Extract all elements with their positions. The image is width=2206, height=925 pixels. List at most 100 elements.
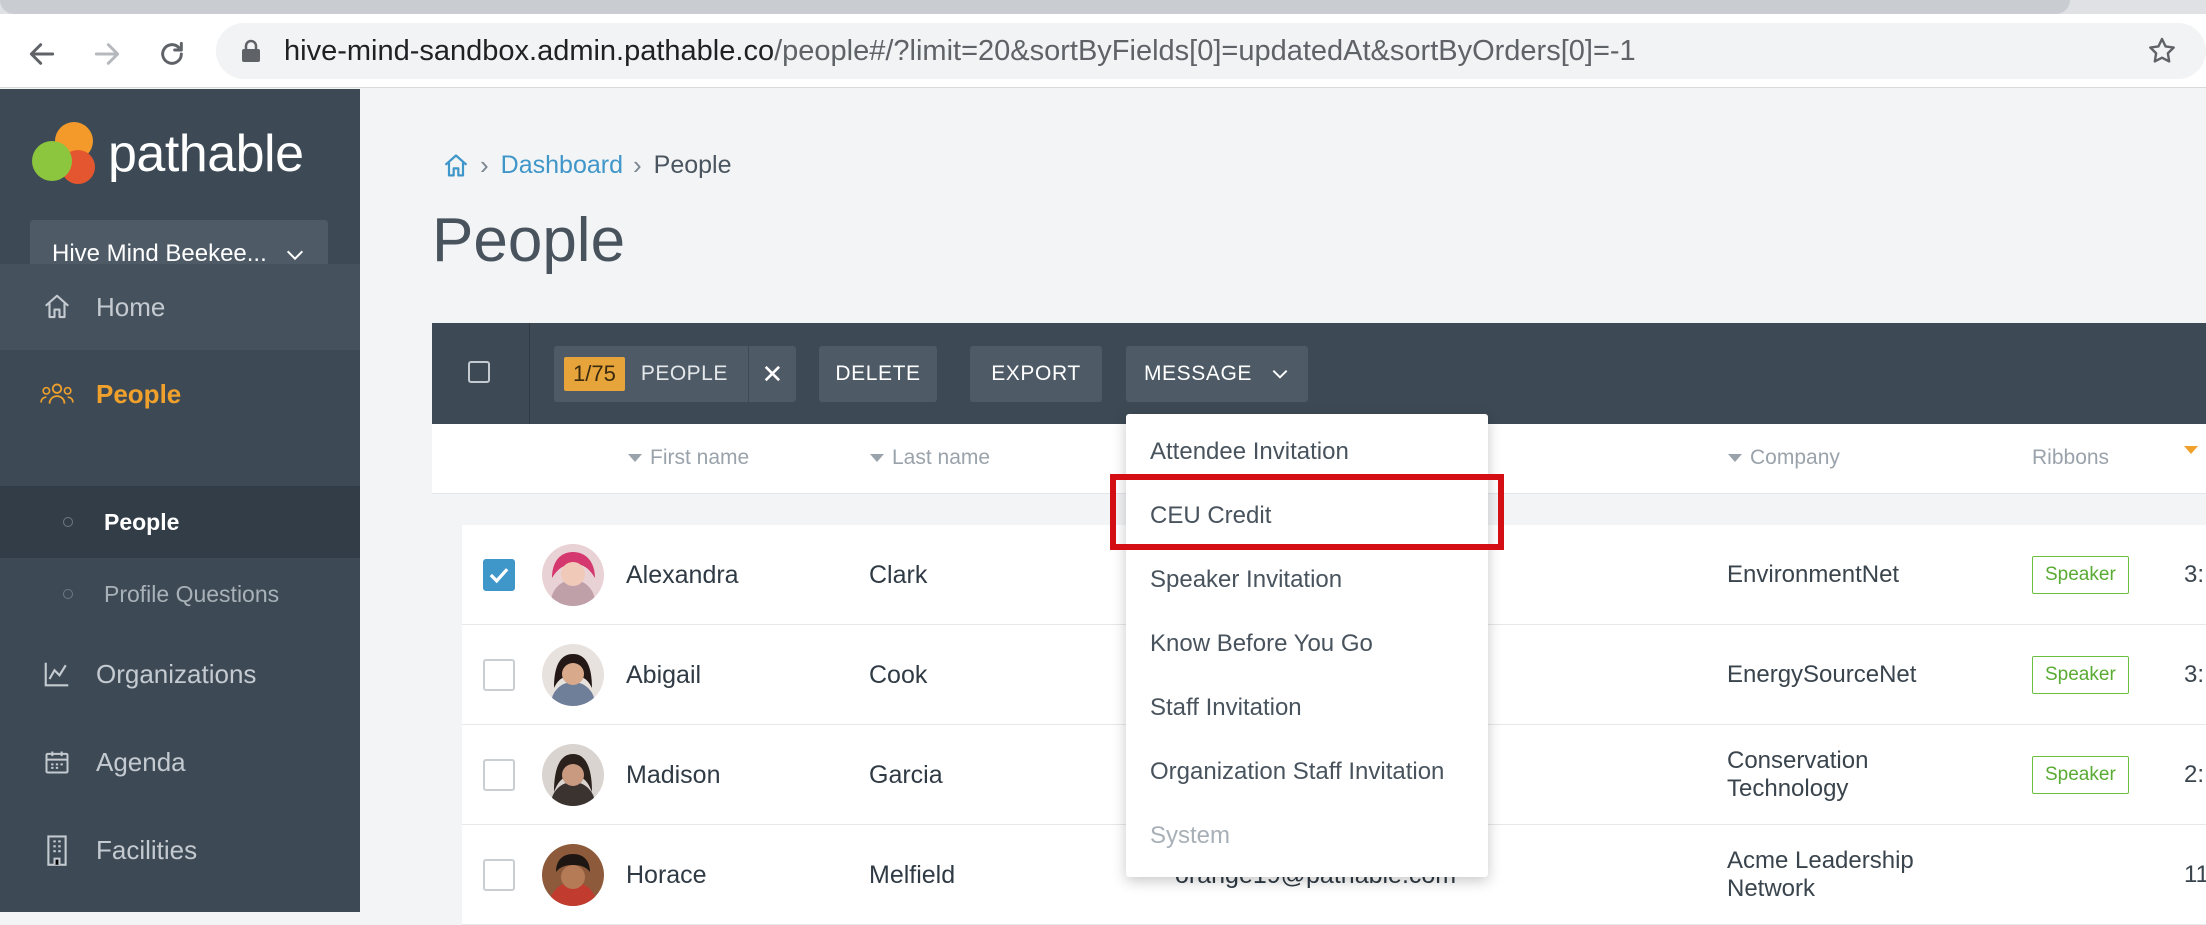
home-icon[interactable] [442,152,470,180]
sidebar-subitem-label: Profile Questions [104,580,280,607]
bulk-action-bar: 1/75 PEOPLE ✕ DELETE EXPORT MESSAGE [432,323,2206,424]
sidebar-item-home[interactable]: Home [0,264,360,350]
sidebar-item-label: Organizations [96,658,257,689]
column-label: Ribbons [2032,446,2110,469]
select-all-checkbox[interactable] [468,361,490,383]
breadcrumb-current: People [653,151,732,179]
speaker-ribbon-badge: Speaker [2032,556,2129,594]
chevron-down-icon [286,250,304,261]
sidebar-item-label: Home [96,291,166,322]
chevron-right-icon: › [632,150,642,180]
menu-item-staff-invitation[interactable]: Staff Invitation [1150,690,1302,726]
url-path: /people#/?limit=20&sortByFields[0]=updat… [774,35,1636,67]
updated-cell: 2: [2184,761,2205,788]
column-header-company[interactable]: Company [1728,446,1840,470]
updated-cell: 3: [2184,661,2205,688]
speaker-ribbon-badge: Speaker [2032,656,2129,694]
last-name-cell: Cook [869,661,928,689]
sort-caret-icon [2184,446,2198,454]
brand-name: pathable [108,125,304,183]
delete-button[interactable]: DELETE [819,346,937,402]
row-checkbox[interactable] [483,859,515,891]
building-icon [40,833,74,867]
checkmark-icon [489,568,509,584]
chevron-down-icon [1272,370,1288,379]
column-header-updated[interactable] [2184,446,2206,454]
breadcrumb: › Dashboard › People [442,150,732,181]
chevron-right-icon: › [480,150,489,180]
avatar [542,644,604,706]
highlight-box [1110,474,1504,550]
last-name-cell: Clark [869,561,928,589]
message-button-label: MESSAGE [1143,362,1253,385]
sidebar-item-people[interactable]: People [0,351,360,437]
row-checkbox[interactable] [483,559,515,591]
first-name-cell[interactable]: Alexandra [626,525,739,625]
pathable-logo[interactable]: pathable [28,119,304,189]
bookmark-star-icon[interactable] [2146,35,2178,67]
export-button[interactable]: EXPORT [970,346,1102,402]
sidebar: pathable Hive Mind Beekee... Home People… [0,89,360,912]
column-header-first-name[interactable]: First name [628,446,749,470]
menu-item-organization-staff-invitation[interactable]: Organization Staff Invitation [1150,754,1444,790]
reload-icon[interactable] [152,34,192,74]
back-arrow-icon[interactable] [22,34,62,74]
column-label: Last name [892,446,991,469]
address-bar[interactable]: hive-mind-sandbox.admin.pathable.co/peop… [216,23,2206,79]
column-label: Company [1750,446,1840,469]
column-header-ribbons[interactable]: Ribbons [2032,446,2109,470]
selection-chip: 1/75 PEOPLE ✕ [554,346,796,402]
menu-item-know-before-you-go[interactable]: Know Before You Go [1150,626,1373,662]
avatar [542,844,604,906]
avatar [542,744,604,806]
sort-caret-icon [870,454,884,462]
url-host: hive-mind-sandbox.admin.pathable.co [284,35,775,67]
select-all-cell [432,323,530,424]
selection-count-badge: 1/75 [564,357,625,391]
selection-label: PEOPLE [640,362,728,385]
clear-selection-button[interactable]: ✕ [747,346,796,402]
menu-item-system: System [1150,822,1231,849]
row-checkbox[interactable] [483,659,515,691]
sidebar-subitem-people[interactable]: People [0,486,360,558]
menu-item-attendee-invitation[interactable]: Attendee Invitation [1150,434,1349,470]
first-name-cell[interactable]: Abigail [626,625,701,725]
people-icon [40,377,74,411]
sidebar-item-label: People [96,378,182,409]
page-title: People [432,206,626,275]
sidebar-item-agenda[interactable]: Agenda [0,719,360,805]
bullet-icon [63,517,73,527]
speaker-ribbon-badge: Speaker [2032,756,2129,794]
updated-cell: 11 [2184,861,2206,888]
avatar [542,544,604,606]
company-cell: Conservation Technology [1727,747,1869,802]
home-icon [40,290,74,324]
last-name-cell: Melfield [869,861,956,889]
column-header-last-name[interactable]: Last name [870,446,990,470]
menu-item-speaker-invitation[interactable]: Speaker Invitation [1150,562,1342,598]
bullet-icon [63,589,73,599]
forward-arrow-icon[interactable] [87,34,127,74]
sidebar-item-label: Agenda [96,746,186,777]
sort-caret-icon [1728,454,1742,462]
company-cell: EnvironmentNet [1727,561,1900,588]
active-tab[interactable] [0,0,2070,14]
row-checkbox[interactable] [483,759,515,791]
sidebar-item-organizations[interactable]: Organizations [0,631,360,717]
sort-caret-icon [628,454,642,462]
url-text[interactable]: hive-mind-sandbox.admin.pathable.co/peop… [284,23,1636,79]
first-name-cell[interactable]: Madison [626,725,721,825]
company-cell: Acme Leadership Network [1727,847,1914,902]
sidebar-subitem-profile-questions[interactable]: Profile Questions [0,558,360,630]
lock-icon[interactable] [240,39,262,63]
sidebar-item-facilities[interactable]: Facilities [0,807,360,893]
browser-tab-strip [0,0,2206,14]
company-cell: EnergySourceNet [1727,661,1917,688]
breadcrumb-dashboard-link[interactable]: Dashboard [501,151,623,180]
first-name-cell[interactable]: Horace [626,825,707,925]
message-button[interactable]: MESSAGE [1126,346,1308,402]
sidebar-subitem-label: People [104,508,180,535]
browser-toolbar: hive-mind-sandbox.admin.pathable.co/peop… [0,14,2206,88]
last-name-cell: Garcia [869,761,943,789]
logo-mark-icon [32,122,95,184]
